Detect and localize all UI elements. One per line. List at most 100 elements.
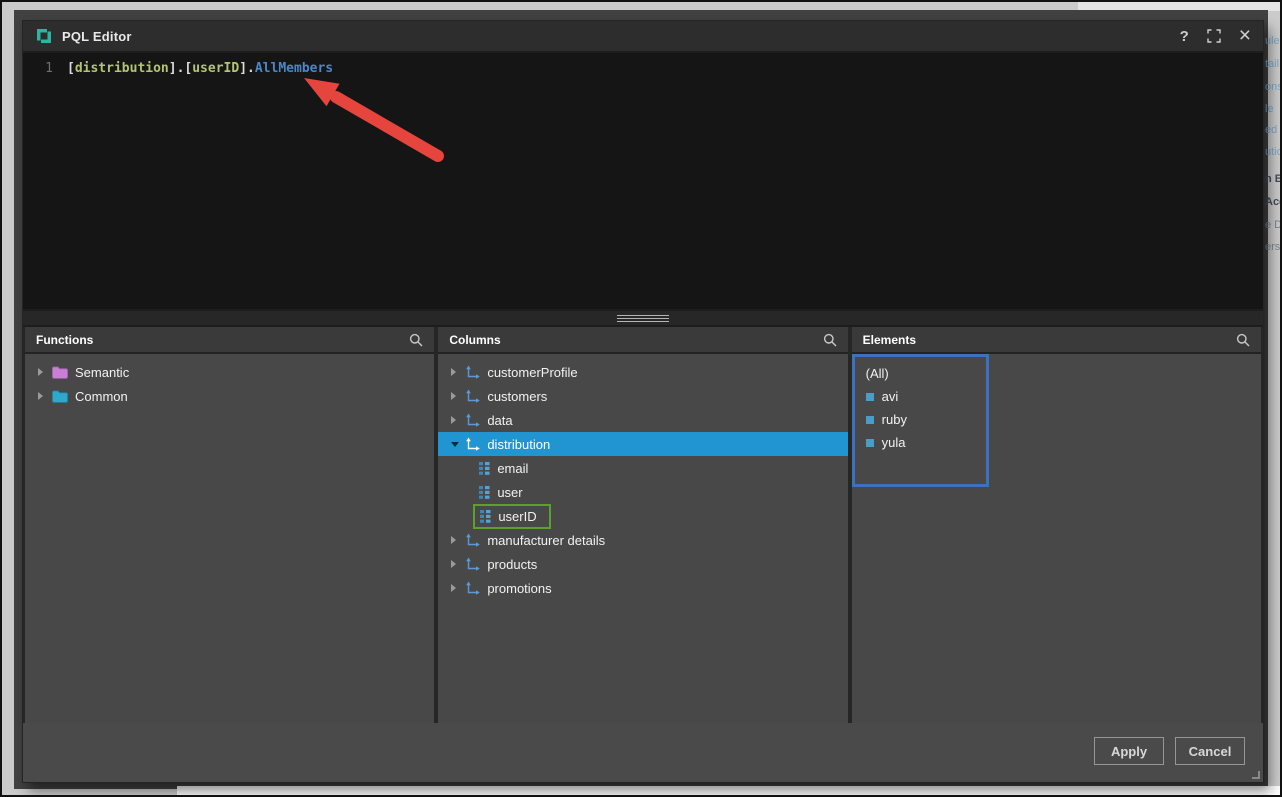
tree-item-customers[interactable]: customers	[438, 384, 847, 408]
column-icon	[479, 486, 490, 499]
column-icon	[480, 510, 491, 523]
table-icon	[465, 581, 480, 596]
table-icon	[465, 389, 480, 404]
search-icon[interactable]	[823, 333, 837, 347]
chevron-right-icon[interactable]	[451, 536, 465, 544]
pql-editor-dialog: PQL Editor ? × 1[distribution].[userID].…	[22, 20, 1264, 783]
tree-item-products[interactable]: products	[438, 552, 847, 576]
dialog-footer: Apply Cancel	[23, 723, 1263, 782]
elements-panel-title: Elements	[863, 333, 916, 347]
list-item-label: ruby	[882, 412, 907, 427]
tree-item-user[interactable]: user	[438, 480, 847, 504]
element-bullet-icon	[866, 416, 874, 424]
elements-highlight-box: (All) avi ruby yula	[852, 354, 989, 487]
chevron-right-icon[interactable]	[451, 416, 465, 424]
tree-item-promotions[interactable]: promotions	[438, 576, 847, 600]
tree-item-label: customers	[487, 389, 547, 404]
background-app-bottom-strip	[177, 786, 1280, 795]
tree-item-semantic[interactable]: Semantic	[25, 360, 434, 384]
tree-item-label: customerProfile	[487, 365, 577, 380]
list-item-label: (All)	[866, 366, 889, 381]
tree-item-common[interactable]: Common	[25, 384, 434, 408]
code-token: ]	[169, 61, 177, 76]
code-token: AllMembers	[255, 61, 333, 76]
list-item-label: avi	[882, 389, 899, 404]
table-icon	[465, 413, 480, 428]
tree-item-distribution[interactable]: distribution	[438, 432, 847, 456]
tree-item-userid[interactable]: userID	[438, 504, 847, 528]
help-button[interactable]: ?	[1180, 28, 1189, 45]
chevron-down-icon[interactable]	[451, 442, 465, 447]
chevron-right-icon[interactable]	[451, 368, 465, 376]
table-icon	[465, 437, 480, 452]
columns-panel-header: Columns	[438, 327, 847, 354]
code-line: 1[distribution].[userID].AllMembers	[23, 61, 1263, 76]
cancel-button[interactable]: Cancel	[1175, 737, 1245, 765]
folder-icon	[52, 390, 68, 403]
tree-item-label: products	[487, 557, 537, 572]
code-editor[interactable]: 1[distribution].[userID].AllMembers	[23, 53, 1263, 311]
code-token: .	[247, 61, 255, 76]
background-text-fragment: ers	[1265, 241, 1280, 253]
code-token: ]	[239, 61, 247, 76]
background-text-fragment: e D	[1265, 219, 1280, 231]
splitter-handle[interactable]	[617, 315, 669, 322]
background-text-fragment: tail	[1265, 58, 1279, 70]
panels-row: Functions Semantic	[23, 327, 1263, 723]
chevron-right-icon[interactable]	[451, 584, 465, 592]
list-item-avi[interactable]: avi	[855, 385, 986, 408]
tree-item-label: Semantic	[75, 365, 129, 380]
tree-item-manufacturer-details[interactable]: manufacturer details	[438, 528, 847, 552]
background-app-right-strip: ule tail ons le ed utic n E Acc e D ers	[1264, 8, 1280, 785]
dialog-titlebar[interactable]: PQL Editor ? ×	[23, 21, 1263, 53]
background-text-fragment: ule	[1265, 35, 1280, 47]
element-bullet-icon	[866, 393, 874, 401]
functions-panel: Functions Semantic	[25, 327, 434, 723]
background-text-fragment: ed	[1265, 124, 1277, 136]
columns-panel-title: Columns	[449, 333, 500, 347]
chevron-right-icon[interactable]	[38, 368, 52, 376]
maximize-button[interactable]	[1207, 29, 1221, 43]
tree-item-customerprofile[interactable]: customerProfile	[438, 360, 847, 384]
tree-item-label: Common	[75, 389, 128, 404]
list-item-label: yula	[882, 435, 906, 450]
list-item-yula[interactable]: yula	[855, 431, 986, 454]
chevron-right-icon[interactable]	[451, 392, 465, 400]
line-number: 1	[23, 61, 53, 76]
list-item-ruby[interactable]: ruby	[855, 408, 986, 431]
element-bullet-icon	[866, 439, 874, 447]
search-icon[interactable]	[1236, 333, 1250, 347]
background-text-fragment: n E	[1265, 173, 1280, 185]
folder-icon	[52, 366, 68, 379]
table-icon	[465, 365, 480, 380]
tree-item-label: manufacturer details	[487, 533, 605, 548]
table-icon	[465, 533, 480, 548]
pql-logo-icon	[35, 27, 53, 45]
chevron-right-icon[interactable]	[38, 392, 52, 400]
columns-tree: customerProfile customers	[438, 354, 847, 723]
tree-item-label: userID	[498, 509, 536, 524]
resize-grip[interactable]	[1252, 771, 1260, 779]
editor-splitter	[23, 311, 1263, 327]
chevron-right-icon[interactable]	[451, 560, 465, 568]
close-button[interactable]: ×	[1239, 27, 1251, 45]
tree-item-data[interactable]: data	[438, 408, 847, 432]
tree-item-label: distribution	[487, 437, 550, 452]
elements-list: (All) avi ruby yula	[852, 354, 1261, 723]
tree-item-label: user	[497, 485, 522, 500]
background-text-fragment: ons	[1265, 81, 1280, 93]
list-item-all[interactable]: (All)	[855, 362, 986, 385]
code-token: userID	[192, 61, 239, 76]
background-text-fragment: le	[1265, 103, 1274, 115]
table-icon	[465, 557, 480, 572]
functions-panel-header: Functions	[25, 327, 434, 354]
tree-item-label: data	[487, 413, 512, 428]
dialog-title: PQL Editor	[62, 29, 132, 44]
search-icon[interactable]	[409, 333, 423, 347]
columns-panel: Columns customerProfile	[438, 327, 847, 723]
elements-panel-header: Elements	[852, 327, 1261, 354]
functions-panel-title: Functions	[36, 333, 93, 347]
tree-item-email[interactable]: email	[438, 456, 847, 480]
maximize-icon	[1207, 29, 1221, 43]
apply-button[interactable]: Apply	[1094, 737, 1164, 765]
